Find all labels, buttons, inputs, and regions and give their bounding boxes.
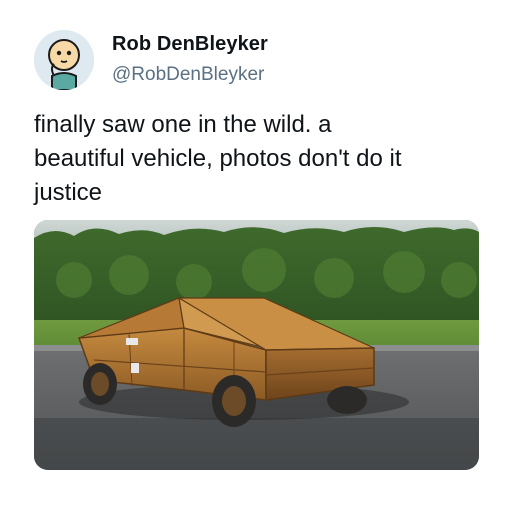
author-avatar[interactable] (34, 30, 94, 90)
author-handle[interactable]: @RobDenBleyker (112, 64, 264, 86)
tweet-text-line: beautiful vehicle, photos don't do it (34, 145, 402, 172)
tweet-text: finally saw one in the wild. a beautiful… (34, 108, 494, 210)
tweet-text-line: finally saw one in the wild. a (34, 111, 332, 138)
tweet-text-line: justice (34, 179, 103, 206)
author-name[interactable]: Rob DenBleyker (112, 33, 268, 56)
dumpster-photo-icon (34, 220, 479, 470)
tweet-photo[interactable] (34, 220, 479, 470)
